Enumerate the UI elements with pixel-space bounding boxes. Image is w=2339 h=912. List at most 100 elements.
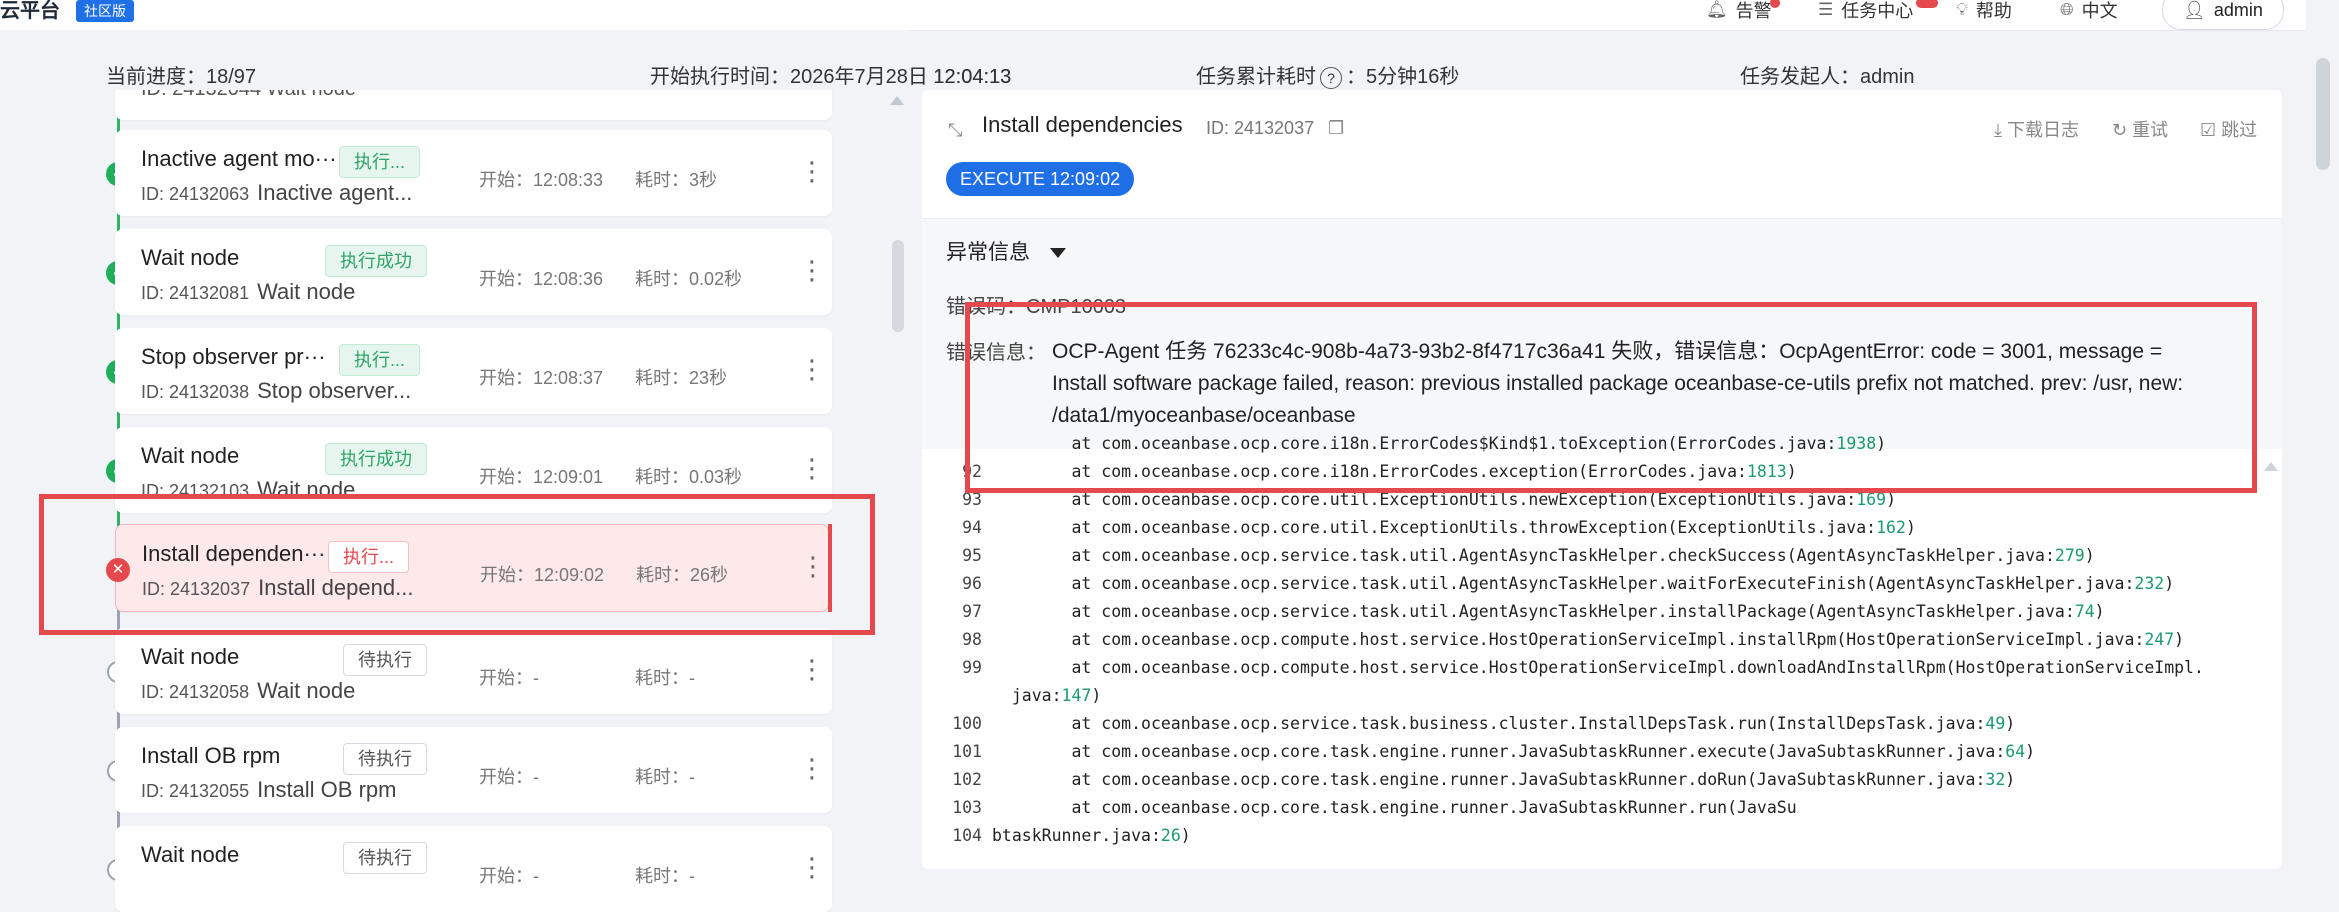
log-line: 98 at com.oceanbase.ocp.compute.host.ser… [962, 630, 2185, 649]
task-name: Install OB rpm [257, 777, 397, 802]
task-sub: ID: 24132055 Install OB rpm [141, 777, 396, 803]
detail-title: Install dependencies [982, 112, 1183, 137]
task-card[interactable]: Wait node 待执行 开始：- 耗时：- ⋮ [115, 826, 832, 912]
log-line: 96 at com.oceanbase.ocp.service.task.uti… [962, 574, 2175, 593]
task-start: 开始：- [479, 866, 539, 886]
task-card[interactable]: Wait node 执行成功 ID: 24132081 Wait node 开始：… [115, 229, 832, 315]
status-tag: 执行成功 [325, 443, 427, 475]
task-cost: 耗时：- [635, 668, 695, 688]
task-id: ID: 24132058 [141, 682, 250, 702]
task-sub: ID: 24132058 Wait node [141, 678, 355, 704]
user-name: admin [2213, 0, 2263, 20]
task-id: ID: 24132055 [141, 781, 250, 801]
log-line: 100 at com.oceanbase.ocp.service.task.bu… [952, 714, 2016, 733]
task-sub: ID: 24132063 Inactive agent... [141, 180, 412, 206]
task-partial-strip: ID: 24132044 Wait node [115, 90, 832, 104]
more-icon[interactable]: ⋮ [799, 753, 825, 783]
list-icon: ☰ [1818, 0, 1834, 19]
log-line: 101 at com.oceanbase.ocp.core.task.engin… [952, 742, 2036, 761]
user-menu[interactable]: 👤︎ admin [2162, 0, 2284, 30]
task-name: Inactive agent... [257, 180, 413, 205]
more-icon[interactable]: ⋮ [799, 255, 825, 285]
task-card[interactable]: Install OB rpm 待执行 ID: 24132055 Install O… [115, 727, 832, 813]
progress-value-overlay: 18/97 [206, 66, 257, 88]
task-start: 开始：12:08:36 [479, 269, 604, 289]
task-title: Wait node [141, 644, 240, 669]
task-center-badge [1916, 0, 1938, 8]
task-name: Stop observer... [257, 378, 412, 403]
task-cost: 耗时：- [635, 767, 695, 787]
more-icon[interactable]: ⋮ [799, 654, 825, 684]
skip-checkbox-icon: ☑ [2200, 120, 2217, 140]
annotation-highlight-error [965, 302, 2257, 493]
more-icon[interactable]: ⋮ [799, 852, 825, 882]
task-card[interactable]: Wait node 待执行 ID: 24132058 Wait node 开始：-… [115, 628, 832, 714]
task-start: 开始：12:08:37 [479, 368, 604, 388]
collapse-icon[interactable]: ⤡ [948, 120, 962, 141]
skip-button[interactable]: ☑ 跳过 [2200, 116, 2257, 142]
help-menu[interactable]: 💡︎ 帮助 [1956, 0, 2012, 24]
language-menu[interactable]: 🌐︎ 中文 [2060, 0, 2118, 24]
task-start: 开始：12:08:33 [479, 170, 604, 190]
user-icon: 👤︎ [2183, 0, 2206, 20]
download-log-button[interactable]: ⤓ 下载日志 [1994, 116, 2079, 142]
task-start: 开始：12:09:01 [479, 467, 604, 487]
globe-icon: 🌐︎ [2060, 0, 2074, 19]
progress-label-overlay: 当前进度： [106, 66, 206, 88]
task-center-label: 任务中心 [1841, 1, 1914, 21]
task-cost: 耗时：0.03秒 [635, 467, 743, 487]
log-scroll-up-icon[interactable] [2264, 462, 2278, 471]
log-line: 102 at com.oceanbase.ocp.core.task.engin… [952, 770, 2016, 789]
detail-header: ⤡ Install dependencies ID: 24132037 ❐ ⤓ … [922, 90, 2282, 219]
task-id: ID: 24132038 [141, 382, 250, 402]
task-title: Inactive agent mo··· [141, 146, 337, 171]
more-icon[interactable]: ⋮ [799, 354, 825, 384]
log-line: java:147) [992, 686, 1102, 705]
more-icon[interactable]: ⋮ [799, 156, 825, 186]
log-line: 95 at com.oceanbase.ocp.service.task.uti… [962, 546, 2095, 565]
help-label: 帮助 [1975, 1, 2012, 21]
task-card[interactable]: Inactive agent mo··· 执行... ID: 24132063 I… [115, 130, 832, 216]
task-title: Wait node [141, 842, 240, 867]
task-card[interactable]: Stop observer pr··· 执行... ID: 24132038 St… [115, 328, 832, 414]
annotation-highlight-task [39, 494, 875, 635]
task-sub: ID: 24132081 Wait node [141, 279, 355, 305]
task-title: Wait node [141, 245, 240, 270]
task-cost: 耗时：3秒 [635, 170, 718, 190]
status-tag: 执行... [339, 146, 421, 178]
log-line: 103 at com.oceanbase.ocp.core.task.engin… [952, 798, 1797, 817]
alerts-menu[interactable]: 🔔︎ 告警 [1706, 0, 1772, 24]
alerts-badge [1770, 0, 1780, 8]
status-tag: 待执行 [343, 644, 427, 676]
retry-button[interactable]: ↻ 重试 [2112, 116, 2168, 142]
caret-down-icon [1050, 248, 1066, 259]
status-tag: 执行成功 [325, 245, 427, 277]
download-log-label: 下载日志 [2006, 120, 2079, 140]
scroll-up-arrow-icon[interactable] [890, 96, 904, 105]
log-line: 99 at com.oceanbase.ocp.compute.host.ser… [962, 658, 2204, 677]
task-name: Wait node [257, 678, 356, 703]
log-line: 97 at com.oceanbase.ocp.service.task.uti… [962, 602, 2105, 621]
more-icon[interactable]: ⋮ [799, 453, 825, 483]
task-info-bar-left-overlay: 当前进度：18/97 开始执行时间：2026年7月28日 12:04:13 [0, 54, 2339, 94]
log-viewer: at com.oceanbase.ocp.core.i18n.ErrorCode… [922, 434, 2282, 861]
task-title: Wait node [141, 443, 240, 468]
skip-label: 跳过 [2221, 120, 2258, 140]
task-center-menu[interactable]: ☰ 任务中心 [1818, 0, 1913, 24]
task-cost: 耗时：- [635, 866, 695, 886]
alerts-label: 告警 [1735, 1, 1772, 21]
task-list-scrollbar[interactable] [892, 240, 904, 332]
brand-title: 云平台 [0, 0, 60, 22]
status-tag: 待执行 [343, 842, 427, 874]
task-id: ID: 24132081 [141, 283, 250, 303]
error-section-toggle[interactable]: 异常信息 [946, 236, 1066, 266]
task-start: 开始：- [479, 767, 539, 787]
page-scroll-thumb[interactable] [2316, 58, 2330, 170]
copy-icon[interactable]: ❐ [1328, 118, 1344, 139]
retry-icon: ↻ [2112, 120, 2128, 140]
status-tag: 待执行 [343, 743, 427, 775]
task-cost: 耗时：23秒 [635, 368, 728, 388]
task-name: Wait node [257, 279, 356, 304]
task-id: ID: 24132063 [141, 184, 250, 204]
start-time-value-overlay: 2026年7月28日 12:04:13 [790, 66, 1012, 88]
